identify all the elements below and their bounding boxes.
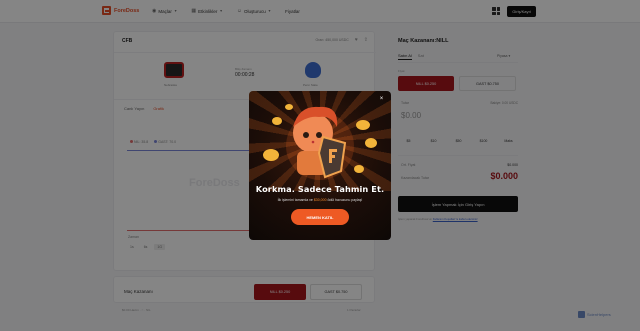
modal-subtitle: İlk işlemini tamamla ve $30,000 ödül hav… <box>277 198 363 202</box>
promo-modal: × Korkma. Sadece Tahmin Et. İlk işlemini… <box>249 91 391 240</box>
mascot-illustration <box>263 104 377 180</box>
prize-amount: $30,000 <box>313 198 327 202</box>
close-icon[interactable]: × <box>378 96 385 103</box>
join-now-button[interactable]: HEMEN KATIL <box>291 209 349 225</box>
modal-title: Korkma. Sadece Tahmin Et. <box>255 184 385 194</box>
